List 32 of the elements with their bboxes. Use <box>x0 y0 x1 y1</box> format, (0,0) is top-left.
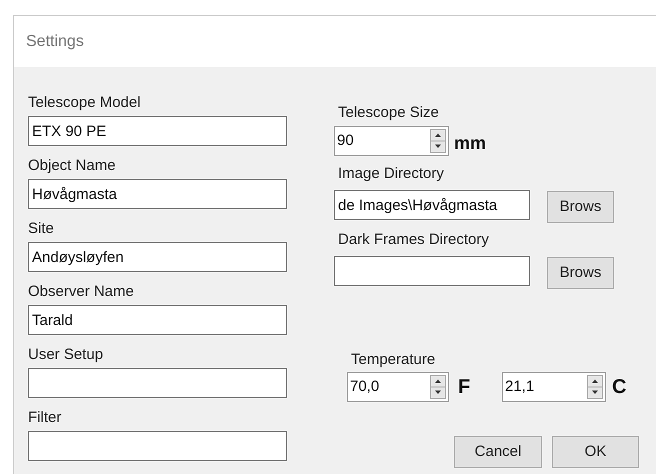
field-label: Filter <box>28 409 62 427</box>
dialog-button[interactable]: Brows <box>547 257 614 289</box>
dialog-button[interactable]: OK <box>552 436 639 468</box>
field-label: Site <box>28 220 55 238</box>
field-label: Dark Frames Directory <box>338 231 490 249</box>
text-field[interactable]: Tarald <box>28 305 287 335</box>
field-label: Observer Name <box>28 283 135 301</box>
field-label: User Setup <box>28 346 104 364</box>
dialog-button[interactable]: Brows <box>547 191 614 223</box>
spinner-field[interactable]: 90 <box>334 126 449 156</box>
text-field[interactable] <box>28 431 287 461</box>
text-field[interactable] <box>334 256 530 286</box>
unit-label: mm <box>454 132 486 155</box>
field-label: Temperature <box>351 351 436 369</box>
spinner-field[interactable]: 21,1 <box>502 372 606 402</box>
spin-arrows-icon[interactable] <box>430 375 446 399</box>
dialog-button[interactable]: Cancel <box>454 436 542 468</box>
field-label: Object Name <box>28 157 117 175</box>
spin-arrows-icon[interactable] <box>430 128 446 152</box>
text-field[interactable]: Høvågmasta <box>28 179 287 209</box>
field-label: Telescope Model <box>28 94 142 112</box>
window-title: Settings <box>26 32 84 52</box>
spinner-field[interactable]: 70,0 <box>347 372 449 402</box>
field-label: Image Directory <box>338 165 445 183</box>
text-field[interactable]: Andøysløyfen <box>28 242 287 272</box>
unit-label: C <box>612 375 626 400</box>
text-field[interactable]: ETX 90 PE <box>28 116 287 146</box>
text-field[interactable] <box>28 368 287 398</box>
text-field[interactable]: de Images\Høvågmasta <box>334 190 530 220</box>
spin-arrows-icon[interactable] <box>587 375 603 399</box>
field-label: Telescope Size <box>338 104 440 122</box>
unit-label: F <box>458 375 472 400</box>
